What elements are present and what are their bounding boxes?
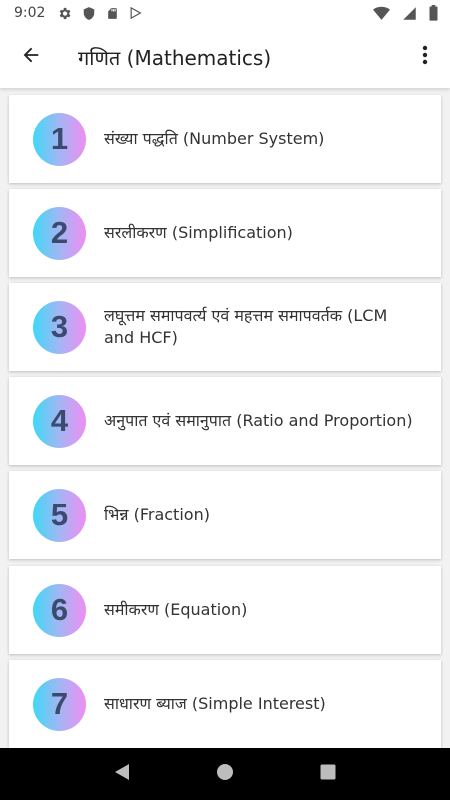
topic-number: 2 bbox=[50, 215, 69, 250]
topic-card-1[interactable]: 1 संख्या पद्धति (Number System) bbox=[9, 95, 441, 183]
sd-card-icon bbox=[106, 6, 119, 21]
home-circle-icon bbox=[216, 763, 234, 785]
shield-icon bbox=[82, 6, 96, 21]
more-options-button[interactable] bbox=[400, 26, 450, 88]
topic-number-badge: 7 bbox=[33, 677, 86, 731]
system-nav-bar bbox=[0, 748, 450, 800]
topic-number: 5 bbox=[50, 497, 69, 532]
wifi-icon bbox=[373, 6, 390, 21]
topic-number: 1 bbox=[50, 121, 69, 156]
recents-square-icon bbox=[320, 764, 336, 784]
topic-number-badge: 6 bbox=[33, 583, 86, 637]
more-vert-icon bbox=[422, 45, 428, 69]
topic-label: समीकरण (Equation) bbox=[104, 600, 248, 619]
topic-number: 3 bbox=[50, 309, 69, 344]
nav-recents-button[interactable] bbox=[308, 754, 348, 794]
topic-label: सरलीकरण (Simplification) bbox=[104, 223, 293, 242]
arrow-back-icon bbox=[20, 44, 42, 70]
gear-icon bbox=[57, 6, 72, 21]
topic-number-badge: 5 bbox=[33, 488, 86, 542]
topic-card-6[interactable]: 6 समीकरण (Equation) bbox=[9, 566, 441, 654]
status-bar: 9:02 bbox=[0, 0, 450, 26]
play-store-icon bbox=[129, 6, 143, 20]
topic-number: 7 bbox=[50, 686, 69, 721]
status-time: 9:02 bbox=[14, 5, 46, 21]
topic-card-3[interactable]: 3 लघूत्तम समापवर्त्य एवं महत्तम समापवर्त… bbox=[9, 283, 441, 371]
topic-label: संख्या पद्धति (Number System) bbox=[104, 129, 325, 148]
battery-icon bbox=[429, 5, 438, 21]
topic-number-badge: 4 bbox=[33, 394, 86, 448]
signal-icon bbox=[402, 6, 417, 21]
topic-label: लघूत्तम समापवर्त्य एवं महत्तम समापवर्तक … bbox=[104, 306, 388, 347]
back-triangle-icon bbox=[113, 763, 131, 785]
topic-label: अनुपात एवं समानुपात (Ratio and Proportio… bbox=[104, 411, 413, 430]
topic-label: भिन्न (Fraction) bbox=[104, 505, 210, 524]
topic-number-badge: 2 bbox=[33, 206, 86, 260]
topic-card-2[interactable]: 2 सरलीकरण (Simplification) bbox=[9, 189, 441, 277]
topic-card-7[interactable]: 7 साधारण ब्याज (Simple Interest) bbox=[9, 660, 441, 748]
nav-back-button[interactable] bbox=[102, 754, 142, 794]
topic-label: साधारण ब्याज (Simple Interest) bbox=[104, 694, 326, 713]
topic-number-badge: 3 bbox=[33, 300, 86, 354]
back-button[interactable] bbox=[0, 26, 62, 88]
app-bar: गणित (Mathematics) bbox=[0, 26, 450, 88]
topic-number: 6 bbox=[50, 592, 69, 627]
topic-card-4[interactable]: 4 अनुपात एवं समानुपात (Ratio and Proport… bbox=[9, 377, 441, 465]
topic-card-5[interactable]: 5 भिन्न (Fraction) bbox=[9, 471, 441, 559]
nav-home-button[interactable] bbox=[205, 754, 245, 794]
page-title: गणित (Mathematics) bbox=[78, 45, 272, 70]
topic-list: 1 संख्या पद्धति (Number System) 2 सरलीकर… bbox=[0, 94, 450, 748]
topic-number: 4 bbox=[50, 403, 69, 438]
topic-number-badge: 1 bbox=[33, 112, 86, 166]
